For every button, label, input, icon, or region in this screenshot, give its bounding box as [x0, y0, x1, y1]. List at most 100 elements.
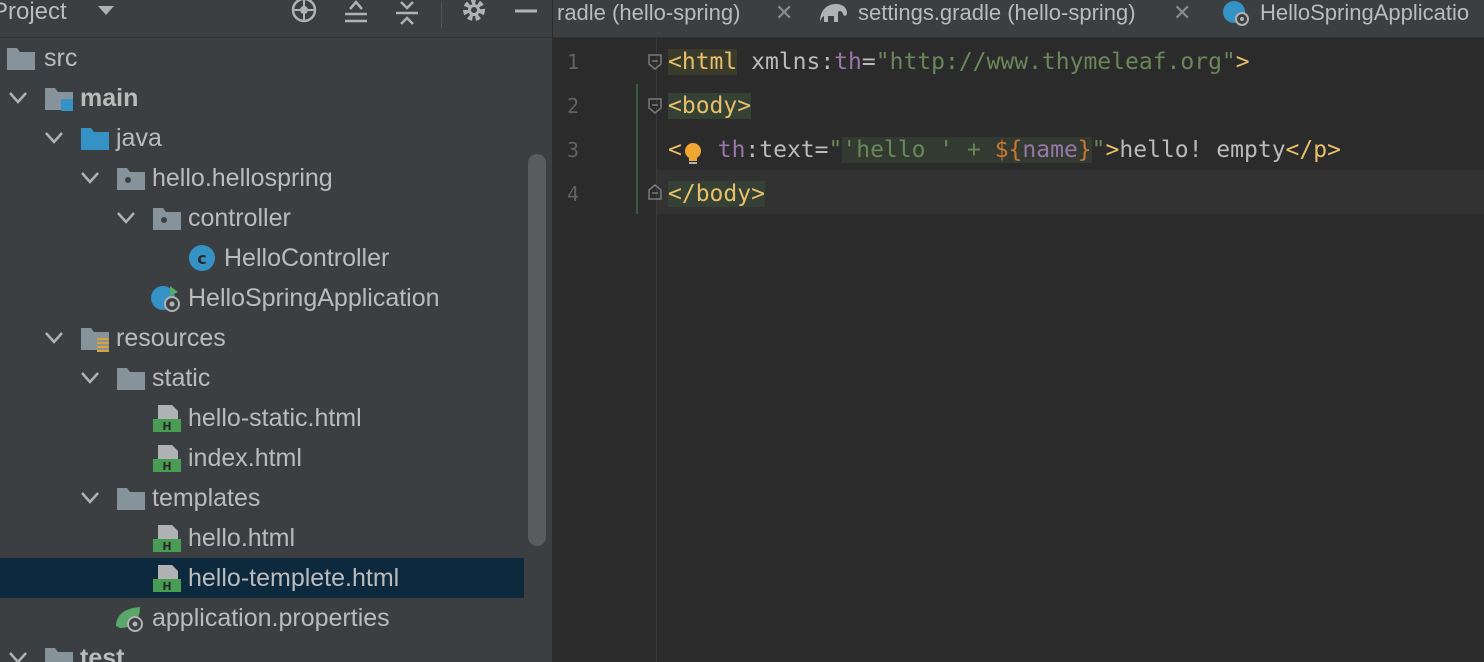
gutter-separator — [656, 38, 657, 662]
lightbulb-icon[interactable] — [682, 138, 704, 164]
attribute: :text= — [745, 137, 829, 163]
attribute: xmlns: — [737, 49, 835, 75]
close-icon[interactable]: ✕ — [775, 0, 793, 26]
chevron-down-icon[interactable] — [80, 371, 100, 385]
spring-boot-class-icon — [1223, 1, 1249, 26]
chevron-right-icon[interactable] — [8, 651, 28, 662]
change-marker — [636, 84, 638, 214]
equals: = — [861, 49, 876, 75]
body-close-tag: </body> — [668, 181, 765, 207]
tree-item-java[interactable]: java — [0, 118, 524, 158]
tree-item-controller[interactable]: controller — [0, 198, 524, 238]
quote: " — [828, 137, 843, 163]
fold-icon[interactable] — [648, 98, 662, 114]
expand-all-icon[interactable] — [341, 0, 371, 26]
chevron-down-icon[interactable] — [96, 4, 116, 18]
tree-item-application-properties[interactable]: application.properties — [0, 598, 524, 638]
spring-boot-class-icon — [151, 286, 180, 312]
toolbar-separator — [441, 2, 442, 28]
line-number: 2 — [566, 94, 579, 118]
body-open-tag: <body> — [668, 93, 752, 119]
fold-icon[interactable] — [648, 54, 662, 70]
line-number: 1 — [566, 50, 579, 74]
chevron-down-icon[interactable] — [80, 171, 100, 185]
tree-item-hello-templete-html[interactable]: H hello-templete.html — [0, 558, 524, 598]
tree-item-src[interactable]: src — [0, 38, 524, 78]
chevron-down-icon[interactable] — [44, 131, 64, 145]
editor-tab-bar: radle (hello-spring) ✕ settings.gradle (… — [553, 0, 1484, 38]
close-icon[interactable]: ✕ — [1173, 0, 1191, 26]
tree-item-label: controller — [188, 204, 291, 232]
tab-label: HelloSpringApplicatio — [1260, 0, 1470, 25]
gradle-elephant-icon — [820, 4, 847, 22]
spring-properties-icon — [116, 607, 143, 632]
project-panel: Project src main java hello.hellospring … — [0, 0, 552, 662]
gear-icon[interactable] — [459, 0, 489, 26]
chevron-down-icon[interactable] — [44, 331, 64, 345]
tree-item-label: templates — [152, 484, 261, 512]
string-value: "http://www.thymeleaf.org" — [875, 49, 1236, 75]
tag-open-bracket: < — [668, 137, 682, 163]
tab-build-gradle[interactable]: radle (hello-spring) ✕ — [557, 0, 807, 37]
tag-close: > — [1235, 49, 1250, 75]
tree-item-label: src — [44, 44, 78, 72]
expression-variable: name — [1022, 137, 1078, 163]
svg-text:H: H — [162, 460, 171, 472]
current-line-highlight — [657, 170, 1484, 214]
expression-brace: ${ — [994, 137, 1023, 163]
tree-item-resources[interactable]: resources — [0, 318, 524, 358]
tree-item-label: HelloSpringApplication — [188, 284, 440, 312]
scrollbar-thumb[interactable] — [528, 154, 546, 546]
tab-hellospringapplication[interactable]: HelloSpringApplicatio — [1221, 0, 1484, 37]
svg-text:c: c — [197, 249, 206, 268]
expression-text: 'hello ' + — [842, 137, 995, 163]
resources-folder-icon — [81, 328, 109, 352]
namespace: th — [834, 49, 862, 75]
chevron-down-icon[interactable] — [80, 491, 100, 505]
tab-settings-gradle[interactable]: settings.gradle (hello-spring) ✕ — [817, 0, 1207, 37]
tree-item-test[interactable]: test — [0, 638, 524, 662]
tree-item-label: hello-templete.html — [188, 564, 400, 592]
tree-item-index-html[interactable]: H index.html — [0, 438, 524, 478]
chevron-down-icon[interactable] — [116, 211, 136, 225]
expression-brace: } — [1077, 137, 1092, 163]
tree-item-label: hello.html — [188, 524, 295, 552]
tree-item-label: resources — [116, 324, 226, 352]
collapse-all-icon[interactable] — [392, 0, 422, 26]
code-line-4: </body> — [668, 172, 765, 216]
source-root-folder-icon — [45, 88, 73, 111]
chevron-down-icon[interactable] — [8, 91, 28, 105]
code-editor[interactable]: 1 2 3 4 <html xmlns:th="http://www.thyme… — [553, 38, 1484, 662]
tree-item-static[interactable]: static — [0, 358, 524, 398]
tree-item-label: hello-static.html — [188, 404, 362, 432]
folder-icon — [7, 48, 35, 70]
html-file-icon: H — [153, 405, 181, 432]
quote: " — [1091, 137, 1106, 163]
tree-item-hello-hellospring[interactable]: hello.hellospring — [0, 158, 524, 198]
tree-item-label: hello.hellospring — [152, 164, 333, 192]
tree-item-hellocontroller[interactable]: c HelloController — [0, 238, 524, 278]
fold-end-icon[interactable] — [648, 184, 662, 200]
html-file-icon: H — [153, 445, 181, 472]
folder-icon — [117, 488, 145, 510]
code-line-2: <body> — [668, 84, 752, 128]
java-folder-icon — [81, 128, 109, 150]
tree-item-label: HelloController — [224, 244, 390, 272]
class-icon: c — [189, 245, 215, 271]
tree-item-main[interactable]: main — [0, 78, 524, 118]
package-icon — [117, 168, 145, 190]
html-file-icon: H — [153, 565, 181, 592]
tree-item-templates[interactable]: templates — [0, 478, 524, 518]
tree-item-label: test — [80, 644, 125, 662]
tree-item-hellospringapplication[interactable]: HelloSpringApplication — [0, 278, 524, 318]
tree-item-hello-static-html[interactable]: H hello-static.html — [0, 398, 524, 438]
tag-close: > — [1105, 137, 1120, 163]
tab-label: settings.gradle (hello-spring) — [858, 0, 1136, 25]
locate-icon[interactable] — [289, 0, 319, 26]
tree-item-hello-html[interactable]: H hello.html — [0, 518, 524, 558]
package-icon — [153, 208, 181, 230]
tree-item-label: java — [116, 124, 162, 152]
project-title[interactable]: Project — [0, 0, 67, 28]
svg-text:H: H — [162, 420, 171, 432]
minimize-icon[interactable] — [511, 0, 541, 26]
